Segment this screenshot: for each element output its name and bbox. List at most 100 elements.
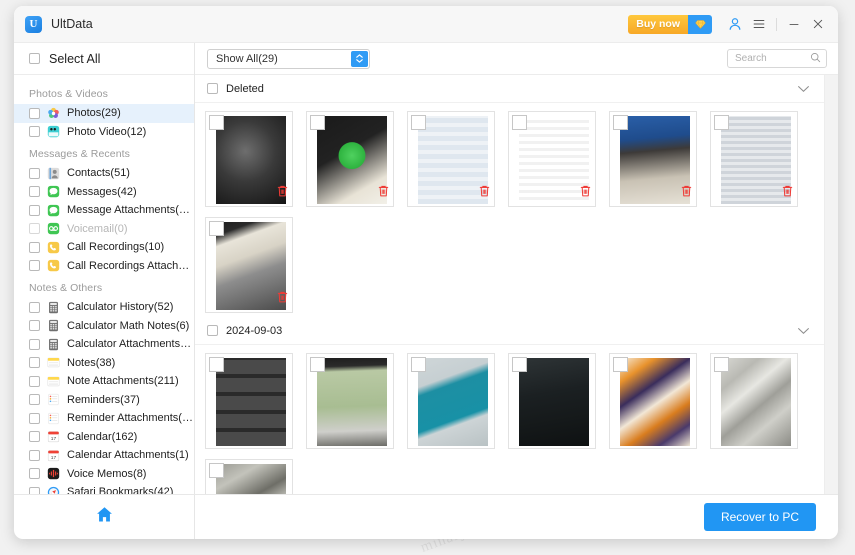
thumbnail-green-surface[interactable]	[306, 353, 394, 449]
chevron-updown-icon[interactable]	[351, 51, 368, 67]
select-all-row[interactable]: Select All	[14, 43, 194, 75]
thumbnail-checkbox[interactable]	[714, 357, 729, 372]
recover-to-pc-button[interactable]: Recover to PC	[704, 503, 816, 531]
sidebar-item-checkbox[interactable]	[29, 108, 40, 119]
sidebar-item-label: Contacts(51)	[67, 167, 130, 179]
section-checkbox[interactable]	[207, 83, 218, 94]
section-header[interactable]: Deleted	[195, 75, 824, 103]
delete-icon[interactable]	[681, 184, 692, 202]
delete-icon[interactable]	[378, 184, 389, 202]
sidebar-item-checkbox[interactable]	[29, 339, 40, 350]
search-input[interactable]	[735, 53, 810, 64]
sidebar-item-checkbox[interactable]	[29, 223, 40, 234]
thumbnail-dark-gradient[interactable]	[205, 111, 293, 207]
sidebar-item[interactable]: Reminders(37)	[14, 391, 194, 410]
thumbnail-checkbox[interactable]	[209, 115, 224, 130]
home-button[interactable]	[14, 495, 195, 539]
sidebar-item[interactable]: 17Calendar(162)	[14, 428, 194, 447]
sidebar-item[interactable]: Voicemail(0)	[14, 220, 194, 239]
thumbnail-plastic-wrap[interactable]	[710, 353, 798, 449]
sidebar-item-label: Calendar Attachments(1)	[67, 449, 189, 461]
thumbnail-checkbox[interactable]	[613, 357, 628, 372]
sidebar-item-checkbox[interactable]	[29, 450, 40, 461]
sidebar-item[interactable]: 17Calendar Attachments(1)	[14, 446, 194, 465]
sidebar-item[interactable]: Note Attachments(211)	[14, 372, 194, 391]
sidebar-item[interactable]: Calculator History(52)	[14, 298, 194, 317]
chevron-down-icon[interactable]	[797, 80, 810, 98]
sidebar-item-checkbox[interactable]	[29, 205, 40, 216]
sidebar-item-checkbox[interactable]	[29, 487, 40, 494]
sidebar-item-checkbox[interactable]	[29, 186, 40, 197]
sidebar-item-checkbox[interactable]	[29, 260, 40, 271]
thumbnail-checkbox[interactable]	[310, 357, 325, 372]
sidebar-item[interactable]: Voice Memos(8)	[14, 465, 194, 484]
sidebar-item-checkbox[interactable]	[29, 376, 40, 387]
delete-icon[interactable]	[277, 290, 288, 308]
thumbnail-checkbox[interactable]	[209, 357, 224, 372]
sidebar-item-checkbox[interactable]	[29, 394, 40, 405]
thumbnail-checkbox[interactable]	[209, 463, 224, 478]
sidebar-item[interactable]: Call Recordings Attachment...	[14, 257, 194, 276]
sidebar-item[interactable]: Call Recordings(10)	[14, 238, 194, 257]
thumbnail-app-icons-wechat[interactable]	[306, 111, 394, 207]
sidebar-item-checkbox[interactable]	[29, 431, 40, 442]
delete-icon[interactable]	[277, 184, 288, 202]
thumbnail-checkbox[interactable]	[411, 115, 426, 130]
thumbnail-null-screen[interactable]	[508, 353, 596, 449]
delete-icon[interactable]	[782, 184, 793, 202]
thumbnail-chat-conversation[interactable]	[508, 111, 596, 207]
hamburger-menu-icon[interactable]	[747, 12, 771, 36]
sidebar-item-checkbox[interactable]	[29, 468, 40, 479]
sidebar-item-checkbox[interactable]	[29, 242, 40, 253]
thumbnail-desk-edge[interactable]	[205, 217, 293, 313]
thumbnail-image	[620, 116, 690, 204]
sidebar-item[interactable]: Photo Video(12)	[14, 123, 194, 142]
sidebar-item[interactable]: Photos(29)	[14, 104, 194, 123]
filter-select[interactable]: Show All(29)	[207, 49, 370, 69]
sidebar-item-checkbox[interactable]	[29, 302, 40, 313]
thumbnail-chat-qrcode[interactable]	[407, 111, 495, 207]
thumbnail-image	[216, 222, 286, 310]
thumbnail-chat-keyboard[interactable]	[710, 111, 798, 207]
vertical-scrollbar[interactable]	[824, 75, 838, 494]
thumbnail-cables-gray[interactable]	[205, 459, 293, 494]
sidebar-item[interactable]: Message Attachments(16)	[14, 201, 194, 220]
delete-icon[interactable]	[479, 184, 490, 202]
thumbnail-checkbox[interactable]	[613, 115, 628, 130]
sidebar-item[interactable]: Calculator Math Notes(6)	[14, 317, 194, 336]
thumbnail-checkbox[interactable]	[714, 115, 729, 130]
thumbnail-checkbox[interactable]	[512, 115, 527, 130]
search-icon[interactable]	[810, 50, 821, 68]
section-checkbox[interactable]	[207, 325, 218, 336]
sidebar-item[interactable]: Reminder Attachments(27)	[14, 409, 194, 428]
sidebar-item-checkbox[interactable]	[29, 126, 40, 137]
thumbnail-scroll-area[interactable]: Deleted 2024-09-03	[195, 75, 824, 494]
delete-icon[interactable]	[580, 184, 591, 202]
sidebar-item[interactable]: Contacts(51)	[14, 164, 194, 183]
thumbnail-checkbox[interactable]	[411, 357, 426, 372]
minimize-icon[interactable]	[782, 12, 806, 36]
close-icon[interactable]	[806, 12, 830, 36]
sidebar-scroll-area[interactable]: Photos & VideosPhotos(29)Photo Video(12)…	[14, 75, 194, 494]
sidebar-item[interactable]: Safari Bookmarks(42)	[14, 483, 194, 494]
sidebar-item-checkbox[interactable]	[29, 168, 40, 179]
sidebar-item-checkbox[interactable]	[29, 357, 40, 368]
thumbnail-checkbox[interactable]	[209, 221, 224, 236]
search-box[interactable]	[727, 49, 827, 68]
sidebar-item[interactable]: Notes(38)	[14, 354, 194, 373]
sidebar-item-checkbox[interactable]	[29, 320, 40, 331]
sidebar-item-checkbox[interactable]	[29, 413, 40, 424]
buy-now-button[interactable]: Buy now	[628, 15, 712, 34]
thumbnail-patterned-fabric[interactable]	[609, 353, 697, 449]
chevron-down-icon[interactable]	[797, 322, 810, 340]
account-icon[interactable]	[723, 12, 747, 36]
section-header[interactable]: 2024-09-03	[195, 317, 824, 345]
thumbnail-checkbox[interactable]	[512, 357, 527, 372]
sidebar-item[interactable]: Calculator Attachments(30)	[14, 335, 194, 354]
sidebar-item[interactable]: Messages(42)	[14, 183, 194, 202]
select-all-checkbox[interactable]	[29, 53, 40, 64]
thumbnail-teal-card[interactable]	[407, 353, 495, 449]
thumbnail-keyboard-keys[interactable]	[205, 353, 293, 449]
thumbnail-checkbox[interactable]	[310, 115, 325, 130]
thumbnail-blue-box-device[interactable]	[609, 111, 697, 207]
